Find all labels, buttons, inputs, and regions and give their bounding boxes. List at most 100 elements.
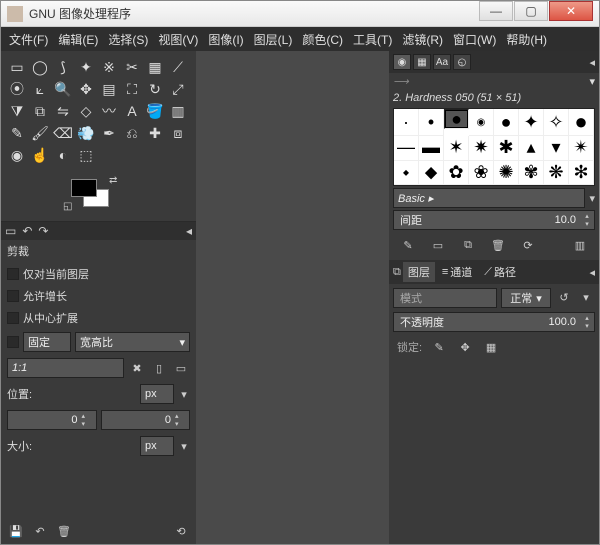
lock-alpha-icon[interactable]: ▦	[482, 338, 500, 356]
position-unit[interactable]: px	[140, 384, 174, 404]
close-button[interactable]: ✕	[549, 1, 593, 21]
tab-paths[interactable]: ⟋路径	[479, 262, 521, 282]
clear-icon[interactable]: ✖	[128, 359, 146, 377]
portrait-icon[interactable]: ▯	[150, 359, 168, 377]
dock-menu-icon[interactable]: ⧉	[393, 266, 401, 279]
tool-cage[interactable]: ◇	[76, 101, 96, 121]
down-icon[interactable]: ▾	[580, 220, 594, 228]
fixed-select[interactable]: 固定	[23, 332, 71, 352]
menu-file[interactable]: 文件(F)	[5, 28, 52, 51]
tool-shear[interactable]: ⧩	[7, 101, 27, 121]
maximize-button[interactable]: ▢	[514, 1, 548, 21]
pos-x-input[interactable]: 0 ▴▾	[7, 410, 97, 430]
tool-lasso[interactable]: ⟆	[53, 57, 73, 77]
tool-rect-select[interactable]: ▭	[7, 57, 27, 77]
pos-y-input[interactable]: 0 ▴▾	[101, 410, 191, 430]
tab-patterns-icon[interactable]: ▦	[413, 54, 431, 70]
chevron-down-icon[interactable]: ▾	[178, 388, 190, 401]
brush-filter-input[interactable]: ⟶	[393, 75, 585, 88]
dock-menu-icon[interactable]: ◂	[589, 266, 595, 279]
brush-tag-select[interactable]: Basic ▸	[393, 188, 585, 208]
tab-brushes-icon[interactable]: ◉	[393, 54, 411, 70]
blend-mode-value[interactable]: 正常▾	[501, 288, 551, 308]
reset-icon[interactable]: ⟲	[172, 522, 190, 540]
size-unit[interactable]: px	[140, 436, 174, 456]
tool-flip[interactable]: ⇋	[53, 101, 73, 121]
brush-item[interactable]: ✾	[519, 161, 544, 186]
menu-help[interactable]: 帮助(H)	[502, 28, 551, 51]
edit-brush-icon[interactable]: ✎	[399, 236, 417, 254]
brush-item[interactable]: ●	[494, 109, 519, 136]
canvas-area[interactable]	[196, 51, 389, 544]
tool-eraser[interactable]: ⌫	[53, 123, 73, 143]
brush-item[interactable]: ✷	[469, 136, 494, 161]
brush-item[interactable]: •	[419, 109, 444, 136]
tool-scale[interactable]: ⤢	[168, 79, 188, 99]
brush-item[interactable]: ●	[444, 109, 469, 129]
chevron-down-icon[interactable]: ▾	[589, 75, 595, 88]
brush-item[interactable]: ▬	[419, 136, 444, 161]
tool-zoom[interactable]: 🔍	[53, 79, 73, 99]
opacity-slider[interactable]: 不透明度 100.0 ▴▾	[393, 312, 595, 332]
menu-layer[interactable]: 图层(L)	[250, 28, 297, 51]
up-icon[interactable]: ▴	[82, 412, 96, 420]
spacing-slider[interactable]: 间距 10.0 ▴▾	[393, 210, 595, 230]
blend-mode-select[interactable]: 模式	[393, 288, 497, 308]
chevron-down-icon[interactable]: ▾	[178, 440, 190, 453]
brush-item[interactable]: ·	[394, 109, 419, 136]
tab-history-icon[interactable]: ◵	[453, 54, 471, 70]
brush-item[interactable]: ✧	[544, 109, 569, 136]
down-icon[interactable]: ▾	[580, 322, 594, 330]
tool-gradient[interactable]: ▥	[168, 101, 188, 121]
aspect-select[interactable]: 宽高比 ▾	[75, 332, 190, 352]
opt-from-center[interactable]: 从中心扩展	[7, 310, 190, 326]
brush-item[interactable]: ✦	[519, 109, 544, 136]
tool-clone[interactable]: ⎌	[122, 123, 142, 143]
tool-color-picker[interactable]: ⦿	[7, 79, 27, 99]
menu-view[interactable]: 视图(V)	[154, 28, 202, 51]
menu-window[interactable]: 窗口(W)	[449, 28, 500, 51]
tab-tool-options-icon[interactable]: ▭	[5, 224, 16, 238]
down-icon[interactable]: ▾	[175, 420, 189, 428]
lock-pixels-icon[interactable]: ✎	[430, 338, 448, 356]
tool-ellipse-select[interactable]: ◯	[30, 57, 50, 77]
brush-item[interactable]: ✻	[569, 161, 594, 186]
tool-scissors[interactable]: ✂	[122, 57, 142, 77]
brush-item[interactable]: ⬩	[394, 161, 419, 186]
tool-persp-clone[interactable]: ⧈	[168, 123, 188, 143]
dock-menu-icon[interactable]: ◂	[589, 56, 595, 69]
brush-item[interactable]: ❀	[469, 161, 494, 186]
menu-edit[interactable]: 编辑(E)	[54, 28, 102, 51]
checkbox-icon[interactable]	[7, 336, 19, 348]
delete-brush-icon[interactable]: 🗑	[489, 236, 507, 254]
tool-smudge[interactable]: ☝	[30, 145, 50, 165]
brush-item[interactable]: ✱	[494, 136, 519, 161]
menu-color[interactable]: 颜色(C)	[298, 28, 347, 51]
tool-align[interactable]: ▤	[99, 79, 119, 99]
menu-filters[interactable]: 滤镜(R)	[398, 28, 447, 51]
brush-item[interactable]: ⬥	[419, 161, 444, 186]
tab-channels[interactable]: ≡通道	[437, 262, 477, 282]
tool-pencil[interactable]: ✎	[7, 123, 27, 143]
menu-tools[interactable]: 工具(T)	[349, 28, 396, 51]
tool-measure[interactable]: ⟀	[30, 79, 50, 99]
brush-item[interactable]: ▾	[544, 136, 569, 161]
brush-item[interactable]: —	[394, 136, 419, 161]
tool-unified[interactable]: ⬚	[76, 145, 96, 165]
landscape-icon[interactable]: ▭	[172, 359, 190, 377]
swap-colors-icon[interactable]: ⇄	[109, 175, 117, 186]
refresh-brush-icon[interactable]: ⟳	[519, 236, 537, 254]
tool-brush[interactable]: 🖌	[30, 123, 50, 143]
tool-bucket[interactable]: 🪣	[145, 101, 165, 121]
menu-image[interactable]: 图像(I)	[204, 28, 247, 51]
reset-colors-icon[interactable]: ◱	[63, 201, 72, 212]
tab-fonts-icon[interactable]: Aa	[433, 54, 451, 70]
opt-only-current-layer[interactable]: 仅对当前图层	[7, 266, 190, 282]
tool-by-color[interactable]: ※	[99, 57, 119, 77]
brush-item[interactable]: ✿	[444, 161, 469, 186]
up-icon[interactable]: ▴	[580, 314, 594, 322]
brush-item[interactable]: ▴	[519, 136, 544, 161]
chevron-down-icon[interactable]: ▾	[577, 288, 595, 306]
brush-item[interactable]: ❋	[544, 161, 569, 186]
opt-allow-growing[interactable]: 允许增长	[7, 288, 190, 304]
